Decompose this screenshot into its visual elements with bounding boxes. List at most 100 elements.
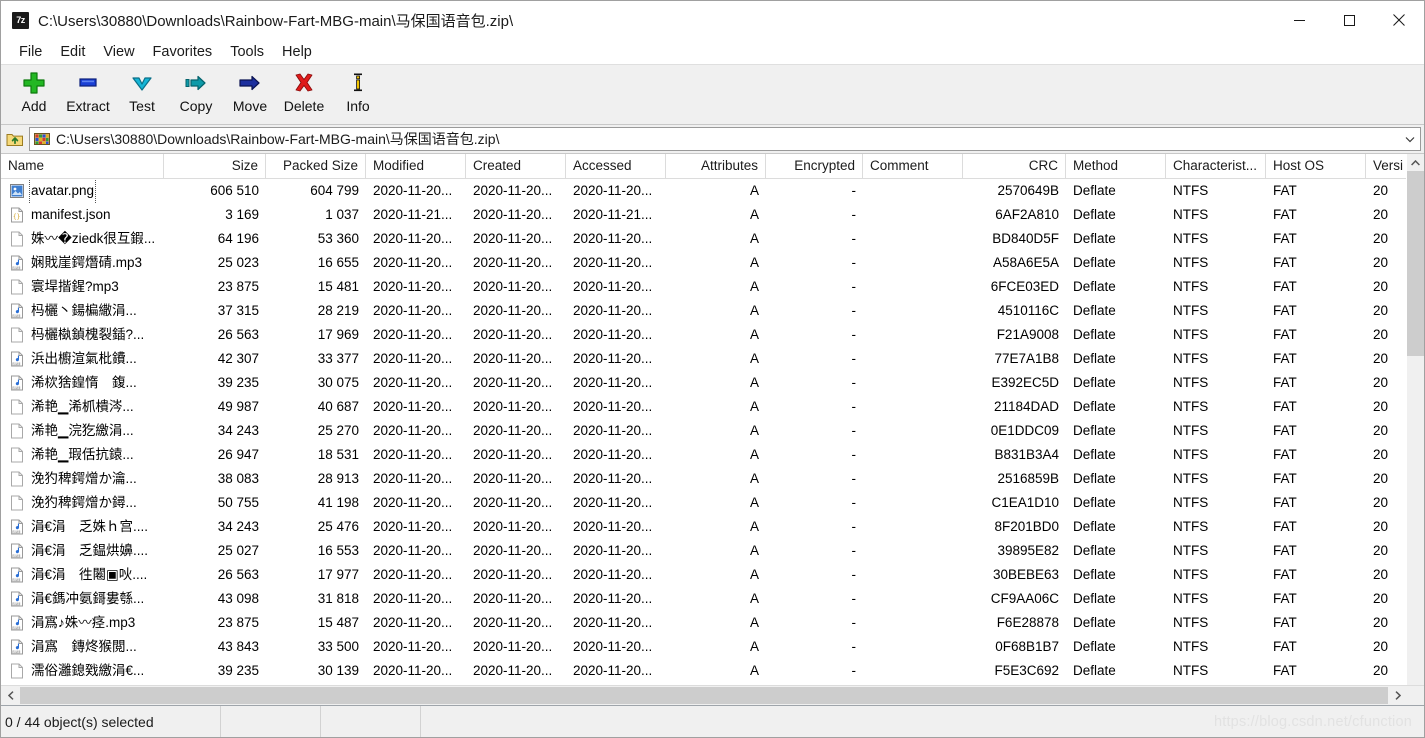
cell-name[interactable]: MP3 涓寪♪姝〰痉.mp3 <box>1 611 164 635</box>
cell-name[interactable]: 濡俗灉鎴戣繳涓€... <box>1 659 164 683</box>
column-header-comment[interactable]: Comment <box>863 154 963 178</box>
address-combobox[interactable]: C:\Users\30880\Downloads\Rainbow-Fart-MB… <box>29 127 1421 151</box>
cell-name[interactable]: 浼犳稗鍔熷か瀹... <box>1 467 164 491</box>
menu-favorites[interactable]: Favorites <box>144 42 222 62</box>
column-header-accessed[interactable]: Accessed <box>566 154 666 178</box>
table-row[interactable]: 姝〰�ziedk很互鍜... 64 196 53 360 2020-11-20... 2… <box>1 227 1424 251</box>
info-button[interactable]: Info <box>331 67 385 119</box>
cell-name[interactable]: 浠艳▁瑕佸抗鎱... <box>1 443 164 467</box>
table-row[interactable]: {} manifest.json 3 169 1 037 2020-11-21... 20… <box>1 203 1424 227</box>
table-row[interactable]: MP3 娴戝崖鍔熸碃.mp3 25 023 16 655 2020-11-20... 20… <box>1 251 1424 275</box>
menu-edit[interactable]: Edit <box>51 42 94 62</box>
cell-packed: 25 476 <box>317 519 359 534</box>
cell-name[interactable]: MP3 杩欐丶鍚楄繖涓... <box>1 299 164 323</box>
cell-name[interactable]: 寰垾揩鍟?mp3 <box>1 275 164 299</box>
cell-name[interactable]: MP3 浠栨猞鍠惰 鍑... <box>1 371 164 395</box>
cell-name[interactable]: 浠艳▁浣犵繳涓... <box>1 419 164 443</box>
table-row[interactable]: MP3 浠栨猞鍠惰 鍑... 39 235 30 075 2020-11-20... 20… <box>1 371 1424 395</box>
column-header-packed[interactable]: Packed Size <box>266 154 366 178</box>
cell-accessed: 2020-11-20... <box>573 231 653 246</box>
close-button[interactable] <box>1374 1 1424 39</box>
vertical-scroll-thumb[interactable] <box>1407 171 1424 356</box>
add-button[interactable]: Add <box>7 67 61 119</box>
cell-hostos: FAT <box>1273 567 1297 582</box>
cell-packed: 604 799 <box>310 183 359 198</box>
sevenzip-icon: 7z <box>12 11 29 29</box>
column-header-attributes[interactable]: Attributes <box>666 154 766 178</box>
test-button[interactable]: Test <box>115 67 169 119</box>
column-header-size[interactable]: Size <box>164 154 266 178</box>
column-header-encrypted[interactable]: Encrypted <box>766 154 863 178</box>
table-row[interactable]: MP3 涓寪 鏄炵猴閲... 43 843 33 500 2020-11-20... 20… <box>1 635 1424 659</box>
menu-help[interactable]: Help <box>273 42 321 62</box>
table-row[interactable]: MP3 涓€涓 乏鎾烘嬶.... 25 027 16 553 2020-11-20...… <box>1 539 1424 563</box>
column-header-method[interactable]: Method <box>1066 154 1166 178</box>
svg-text:MP3: MP3 <box>12 314 19 318</box>
column-header-name[interactable]: Name <box>1 154 164 178</box>
delete-button[interactable]: Delete <box>277 67 331 119</box>
menu-view[interactable]: View <box>94 42 143 62</box>
cell-name[interactable]: 浠艳▁浠枛樻涔... <box>1 395 164 419</box>
extract-icon <box>76 71 100 95</box>
minimize-button[interactable] <box>1274 1 1324 39</box>
table-row[interactable]: MP3 涓寪♪姝〰痉.mp3 23 875 15 487 2020-11-20... 20… <box>1 611 1424 635</box>
vertical-scrollbar[interactable] <box>1406 154 1424 705</box>
cell-name[interactable]: avatar.png <box>1 179 164 203</box>
scroll-left-button[interactable] <box>1 687 20 704</box>
table-row[interactable]: 浼犳稗鍔熷か鐞... 50 755 41 198 2020-11-20... 2020-… <box>1 491 1424 515</box>
cell-name[interactable]: 姝〰�ziedk很互鍜... <box>1 227 164 251</box>
move-button[interactable]: Move <box>223 67 277 119</box>
scroll-up-button[interactable] <box>1407 154 1424 171</box>
scroll-right-button[interactable] <box>1388 687 1407 704</box>
copy-button[interactable]: Copy <box>169 67 223 119</box>
file-name-text: 杩欐丶鍚楄繖涓... <box>31 303 137 318</box>
status-pane-4 <box>421 706 521 737</box>
menu-file[interactable]: File <box>10 42 51 62</box>
table-row[interactable]: 濡俗灉鎴戣繳涓€... 39 235 30 139 2020-11-20... 2020… <box>1 659 1424 683</box>
table-row[interactable]: 寰垾揩鍟?mp3 23 875 15 481 2020-11-20... 2020-11… <box>1 275 1424 299</box>
column-header-charact[interactable]: Characterist... <box>1166 154 1266 178</box>
column-header-created[interactable]: Created <box>466 154 566 178</box>
table-row[interactable]: 杩欐槸鍞槐裂鍤?... 26 563 17 969 2020-11-20... 2020… <box>1 323 1424 347</box>
cell-name[interactable]: MP3 涓€涓 乏姝ｈ宫.... <box>1 515 164 539</box>
cell-size: 42 307 <box>217 351 259 366</box>
table-row[interactable]: MP3 浜出櫥渲氣枇鐨... 42 307 33 377 2020-11-20... 20… <box>1 347 1424 371</box>
cell-name[interactable]: MP3 涓€鎷冲氨鎶婁綔... <box>1 587 164 611</box>
cell-name[interactable]: MP3 娴戝崖鍔熸碃.mp3 <box>1 251 164 275</box>
table-row[interactable]: 浠艳▁浠枛樻涔... 49 987 40 687 2020-11-20... 2020-… <box>1 395 1424 419</box>
table-row[interactable]: MP3 涓€涓 徃闂▣吙.... 26 563 17 977 2020-11-20...… <box>1 563 1424 587</box>
menu-tools[interactable]: Tools <box>221 42 273 62</box>
column-header-version[interactable]: Versi <box>1366 154 1408 178</box>
generic-file-icon <box>9 327 25 343</box>
table-row[interactable]: 浠艳▁浣犵繳涓... 34 243 25 270 2020-11-20... 2020-… <box>1 419 1424 443</box>
horizontal-scroll-thumb[interactable] <box>20 687 1388 704</box>
cell-name[interactable]: MP3 浜出櫥渲氣枇鐨... <box>1 347 164 371</box>
table-row[interactable]: 浼犳稗鍔熷か瀹... 38 083 28 913 2020-11-20... 2020-… <box>1 467 1424 491</box>
cell-attributes: A <box>749 375 759 390</box>
column-header-hostos[interactable]: Host OS <box>1266 154 1366 178</box>
table-row[interactable]: MP3 涓€鎷冲氨鎶婁綔... 43 098 31 818 2020-11-20... 2… <box>1 587 1424 611</box>
cell-name[interactable]: MP3 涓€涓 徃闂▣吙.... <box>1 563 164 587</box>
cell-name[interactable]: 浼犳稗鍔熷か鐞... <box>1 491 164 515</box>
column-header-crc[interactable]: CRC <box>963 154 1066 178</box>
cell-name[interactable]: MP3 涓€涓 乏鎾烘嬶.... <box>1 539 164 563</box>
table-row[interactable]: avatar.png 606 510 604 799 2020-11-20... 202… <box>1 179 1424 203</box>
cell-crc: 39895E82 <box>997 543 1059 558</box>
cell-name[interactable]: MP3 涓寪 鏄炵猴閲... <box>1 635 164 659</box>
maximize-button[interactable] <box>1324 1 1374 39</box>
chevron-down-icon[interactable] <box>1400 129 1420 149</box>
horizontal-scrollbar[interactable] <box>1 685 1424 705</box>
column-header-modified[interactable]: Modified <box>366 154 466 178</box>
table-row[interactable]: MP3 涓€涓 乏姝ｈ宫.... 34 243 25 476 2020-11-20...… <box>1 515 1424 539</box>
generic-file-icon <box>9 447 25 463</box>
table-row[interactable]: MP3 杩欐丶鍚楄繖涓... 37 315 28 219 2020-11-20... 20… <box>1 299 1424 323</box>
cell-modified: 2020-11-20... <box>373 471 453 486</box>
folder-up-icon[interactable] <box>1 126 29 152</box>
cell-name[interactable]: 杩欐槸鍞槐裂鍤?... <box>1 323 164 347</box>
cell-encrypted: - <box>851 543 857 558</box>
cell-name[interactable]: {} manifest.json <box>1 203 164 227</box>
extract-button[interactable]: Extract <box>61 67 115 119</box>
cell-charact: NTFS <box>1173 303 1209 318</box>
toolbar: Add Extract Test Copy Move Delete Info <box>1 64 1424 125</box>
table-row[interactable]: 浠艳▁瑕佸抗鎱... 26 947 18 531 2020-11-20... 2020-… <box>1 443 1424 467</box>
